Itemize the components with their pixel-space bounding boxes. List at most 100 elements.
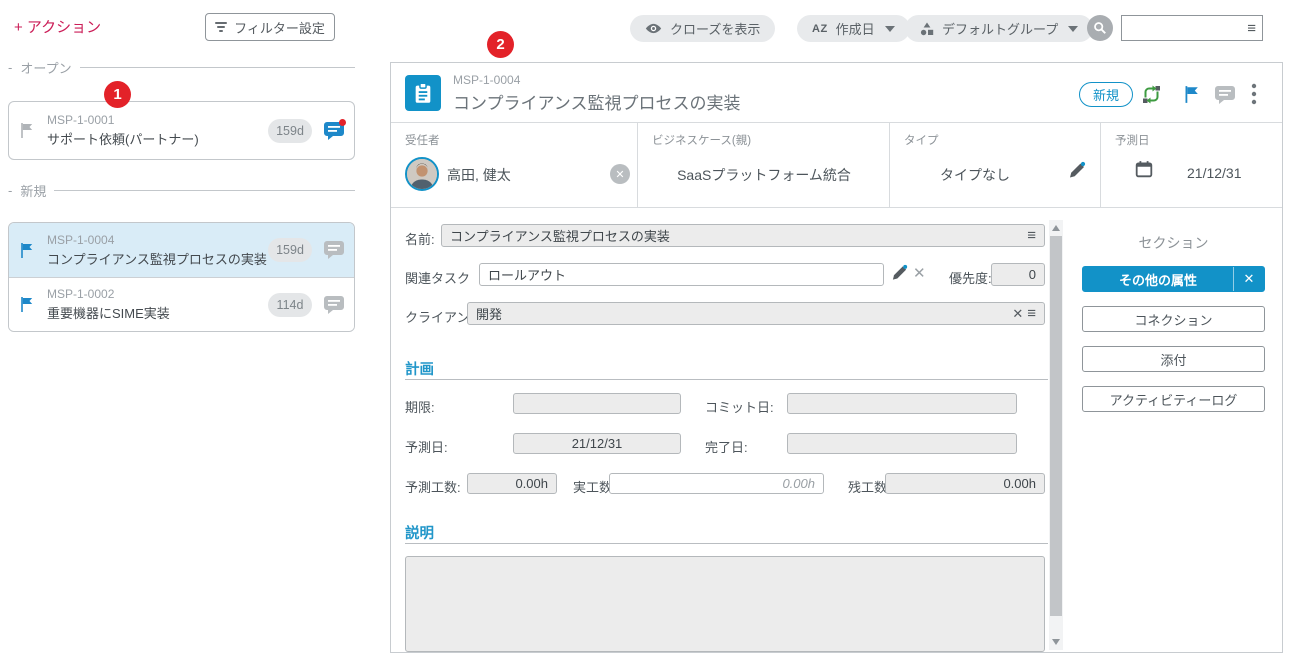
client-value: 開発	[476, 304, 1012, 323]
edit-type-pencil-icon[interactable]	[1068, 161, 1086, 179]
conversation-icon[interactable]	[324, 296, 344, 314]
chevron-down-icon	[1068, 26, 1078, 32]
business-case-cell[interactable]: ビジネスケース(親) SaaSプラットフォーム統合	[638, 123, 890, 208]
edit-related-pencil-icon[interactable]	[891, 264, 908, 281]
estimate-hours-label: 予測工数:	[405, 477, 461, 496]
description-textarea[interactable]	[405, 556, 1045, 652]
plan-forecast-field[interactable]: 21/12/31	[513, 433, 681, 454]
priority-field[interactable]: 0	[991, 263, 1045, 286]
estimate-hours-field[interactable]: 0.00h	[467, 473, 557, 494]
kebab-menu-icon[interactable]	[1251, 83, 1257, 105]
client-field[interactable]: 開発 ✕ ≡	[467, 302, 1045, 325]
plan-forecast-label: 予測日:	[405, 437, 448, 456]
estimate-hours-value: 0.00h	[515, 476, 548, 491]
scrollbar-thumb[interactable]	[1050, 236, 1062, 616]
detail-scrollbar[interactable]	[1049, 220, 1063, 650]
filter-settings-label: フィルター設定	[234, 18, 325, 37]
age-badge: 159d	[268, 119, 312, 143]
due-date-field[interactable]	[513, 393, 681, 414]
group-collapse-dash[interactable]: -	[8, 183, 12, 198]
search-input[interactable]: ≡	[1121, 15, 1263, 41]
name-field-value: コンプライアンス監視プロセスの実装	[450, 226, 1027, 245]
group-divider-line	[80, 67, 355, 68]
assignee-label: 受任者	[405, 132, 440, 148]
related-task-value: ロールアウト	[488, 265, 566, 284]
group-header-open[interactable]: - オープン	[8, 58, 355, 77]
group-header-new[interactable]: - 新規	[8, 181, 355, 200]
flag-icon[interactable]	[19, 122, 35, 139]
app-root: + アクション フィルター設定 - オープン MSP-1-0001 サポート依頼…	[0, 0, 1291, 666]
clear-client-x-icon[interactable]: ✕	[1012, 306, 1023, 322]
flag-icon[interactable]	[1183, 85, 1201, 104]
task-card-msp-1-0001[interactable]: MSP-1-0001 サポート依頼(パートナー) 159d	[8, 101, 355, 160]
detail-task-id: MSP-1-0004	[453, 73, 520, 87]
name-field-label: 名前:	[405, 229, 435, 248]
scroll-up-arrow-icon[interactable]	[1052, 225, 1060, 231]
group-by-dropdown[interactable]: デフォルトグループ	[905, 15, 1093, 42]
complete-date-field[interactable]	[787, 433, 1017, 454]
forecast-date-label: 予測日	[1115, 132, 1150, 148]
sort-az-icon: AZ	[812, 23, 828, 35]
sort-label: 作成日	[836, 19, 875, 38]
group-by-label: デフォルトグループ	[942, 19, 1058, 38]
filter-icon	[215, 20, 227, 34]
business-case-label: ビジネスケース(親)	[652, 132, 751, 148]
section-button-other-attributes[interactable]: その他の属性 ✕	[1082, 266, 1265, 292]
lifecycle-workflow-icon[interactable]	[1141, 84, 1162, 105]
priority-value: 0	[1029, 267, 1036, 282]
step-annotation-2-number: 2	[496, 36, 504, 53]
description-section-heading: 説明	[405, 522, 434, 543]
section-other-attributes-label: その他の属性	[1083, 270, 1233, 289]
task-card-id: MSP-1-0004	[47, 233, 268, 247]
age-badge: 159d	[268, 238, 312, 262]
flag-icon[interactable]	[19, 296, 35, 313]
step-annotation-1-number: 1	[113, 86, 121, 103]
search-menu-icon[interactable]: ≡	[1247, 21, 1256, 36]
conversation-icon[interactable]	[1215, 86, 1235, 104]
section-activity-log-label: アクティビティーログ	[1110, 390, 1238, 409]
forecast-date-value: 21/12/31	[1187, 165, 1242, 181]
name-menu-icon[interactable]: ≡	[1027, 228, 1036, 243]
remaining-hours-field[interactable]: 0.00h	[885, 473, 1045, 494]
section-button-attachments[interactable]: 添付	[1082, 346, 1265, 372]
sort-dropdown[interactable]: AZ 作成日	[797, 15, 910, 42]
actual-hours-field[interactable]: 0.00h	[609, 473, 824, 494]
group-collapse-dash[interactable]: -	[8, 60, 12, 75]
section-button-activity-log[interactable]: アクティビティーログ	[1082, 386, 1265, 412]
task-card-msp-1-0002[interactable]: MSP-1-0002 重要機器にSIME実装 114d	[9, 277, 354, 331]
assignee-cell[interactable]: 受任者 高田, 健太 ✕	[391, 123, 638, 208]
plan-forecast-value: 21/12/31	[572, 436, 623, 451]
description-section-rule	[405, 543, 1048, 544]
commit-date-field[interactable]	[787, 393, 1017, 414]
assignee-avatar[interactable]	[405, 157, 439, 191]
forecast-date-cell[interactable]: 予測日 21/12/31	[1101, 123, 1283, 208]
show-closed-button[interactable]: クローズを表示	[630, 15, 775, 42]
attribute-row: 受任者 高田, 健太 ✕ ビジネスケース(親) SaaSプラットフォーム統合 タ…	[391, 123, 1282, 208]
step-annotation-2: 2	[487, 31, 514, 58]
flag-icon[interactable]	[19, 242, 35, 259]
status-badge[interactable]: 新規	[1079, 82, 1133, 107]
name-field[interactable]: コンプライアンス監視プロセスの実装 ≡	[441, 224, 1045, 247]
task-card-id: MSP-1-0002	[47, 287, 268, 301]
section-close-x-icon[interactable]: ✕	[1234, 271, 1264, 287]
conversation-icon[interactable]	[324, 122, 344, 140]
section-button-connections[interactable]: コネクション	[1082, 306, 1265, 332]
calendar-icon[interactable]	[1135, 160, 1153, 178]
conversation-icon[interactable]	[324, 241, 344, 259]
remove-assignee-icon[interactable]: ✕	[610, 164, 630, 184]
type-cell[interactable]: タイプ タイプなし	[890, 123, 1101, 208]
client-menu-icon[interactable]: ≡	[1027, 306, 1036, 321]
due-date-label: 期限:	[405, 397, 435, 416]
group-by-icon	[920, 22, 934, 36]
scroll-down-arrow-icon[interactable]	[1052, 639, 1060, 645]
search-button[interactable]	[1087, 15, 1113, 41]
task-card-title: 重要機器にSIME実装	[47, 303, 268, 322]
group-open-label: オープン	[20, 58, 71, 77]
clear-related-x-icon[interactable]: ✕	[913, 264, 926, 282]
filter-settings-button[interactable]: フィルター設定	[205, 13, 335, 41]
related-task-field[interactable]: ロールアウト	[479, 263, 884, 286]
add-action-link[interactable]: + アクション	[14, 16, 101, 37]
detail-task-title[interactable]: コンプライアンス監視プロセスの実装	[453, 89, 740, 114]
task-card-msp-1-0004[interactable]: MSP-1-0004 コンプライアンス監視プロセスの実装 159d	[9, 223, 354, 277]
age-badge: 114d	[268, 293, 312, 317]
